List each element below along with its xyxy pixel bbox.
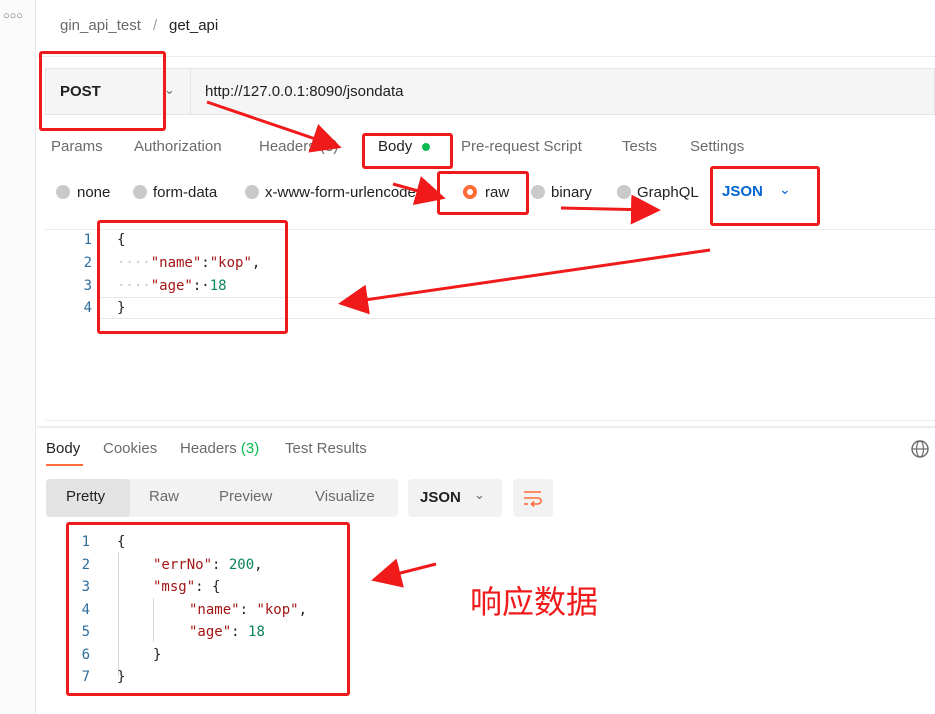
annotation-label: 响应数据 (470, 583, 599, 621)
annotation-arrows (206, 100, 711, 588)
